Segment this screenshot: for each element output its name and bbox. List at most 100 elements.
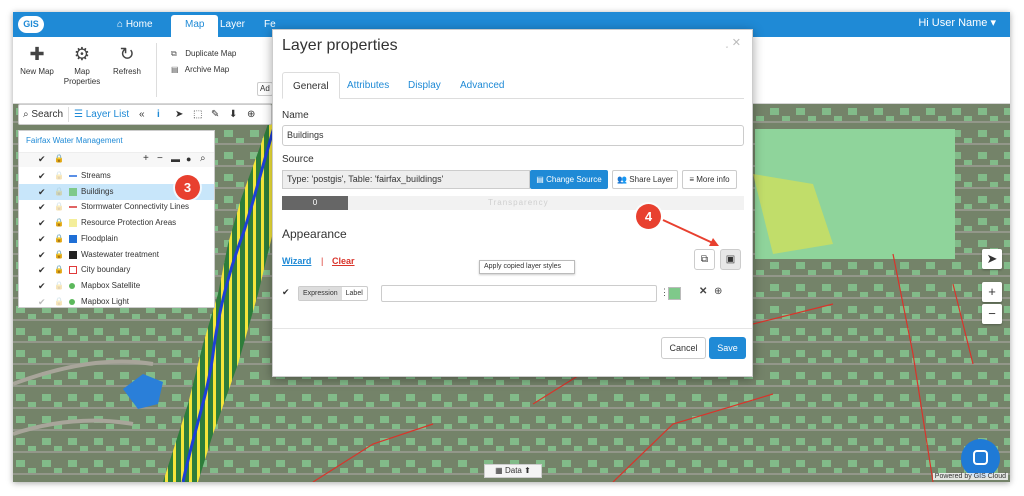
zoom-icon[interactable]: ⊕ bbox=[247, 105, 255, 124]
check-all-icon[interactable]: ✔ bbox=[38, 154, 46, 165]
nav-map[interactable]: Map bbox=[171, 15, 219, 37]
layer-row[interactable]: ✔ 🔒 City boundary bbox=[19, 262, 214, 278]
layer-label: Streams bbox=[81, 171, 111, 180]
expression-label-toggle[interactable]: Expression Label bbox=[298, 286, 368, 301]
change-source-button[interactable]: ▤ Change Source bbox=[530, 170, 608, 189]
add-rule-icon[interactable]: ⊕ bbox=[714, 286, 722, 297]
select-box-icon[interactable]: ⬚ bbox=[193, 105, 202, 124]
new-map-button[interactable]: ✚ New Map bbox=[13, 41, 61, 77]
nav-home-label: Home bbox=[125, 19, 153, 30]
data-panel-toggle[interactable]: ▦ Data ⬆ bbox=[484, 464, 542, 478]
lock-icon[interactable]: 🔒 bbox=[54, 215, 64, 231]
layer-row[interactable]: ✔ 🔒 Wastewater treatment bbox=[19, 247, 214, 263]
refresh-button[interactable]: ↻ Refresh bbox=[103, 41, 151, 77]
paste-style-button[interactable]: ▣ bbox=[720, 249, 741, 270]
visibility-check-icon[interactable]: ✔ bbox=[38, 247, 46, 263]
tab-advanced[interactable]: Advanced bbox=[450, 72, 514, 99]
copy-style-button[interactable]: ⧉ bbox=[694, 249, 715, 270]
layer-panel: Fairfax Water Management ✔ 🔒 + − ▬ ● ⌕ ✔… bbox=[18, 130, 215, 308]
cancel-button[interactable]: Cancel bbox=[661, 337, 706, 359]
tab-attributes[interactable]: Attributes bbox=[337, 72, 399, 99]
expression-tab[interactable]: Expression bbox=[299, 287, 342, 300]
visibility-check-icon[interactable]: ✔ bbox=[38, 168, 46, 184]
zoom-layer-icon[interactable]: ⌕ bbox=[200, 153, 206, 164]
collapse-icon[interactable]: « bbox=[139, 105, 145, 124]
visibility-check-icon[interactable]: ✔ bbox=[38, 199, 46, 215]
nav-home[interactable]: ⌂ Home bbox=[117, 12, 153, 37]
search-label: Search bbox=[31, 109, 64, 120]
tab-display[interactable]: Display bbox=[398, 72, 451, 99]
layer-symbol-icon bbox=[69, 234, 77, 243]
refresh-label: Refresh bbox=[112, 67, 141, 76]
layer-row[interactable]: ✔ 🔒 Mapbox Light bbox=[19, 294, 214, 310]
expression-input[interactable] bbox=[381, 285, 657, 302]
check-icon[interactable]: ✔ bbox=[282, 287, 290, 298]
visibility-check-icon[interactable]: ✔ bbox=[38, 184, 46, 200]
dialog-title: Layer properties bbox=[282, 37, 398, 54]
tooltip: Apply copied layer styles bbox=[479, 260, 575, 274]
visibility-check-icon[interactable]: ✔ bbox=[38, 294, 46, 310]
lock-icon[interactable]: 🔒 bbox=[54, 168, 64, 184]
share-layer-button[interactable]: 👥 Share Layer bbox=[612, 170, 678, 189]
edit-icon[interactable]: ✎ bbox=[211, 105, 219, 124]
nav-layer[interactable]: Layer bbox=[220, 12, 245, 37]
tab-general[interactable]: General bbox=[282, 72, 340, 99]
info-icon[interactable]: i bbox=[157, 105, 160, 124]
lock-icon[interactable]: 🔒 bbox=[54, 294, 64, 310]
layer-row[interactable]: ✔ 🔒 Resource Protection Areas bbox=[19, 215, 214, 231]
wizard-link[interactable]: Wizard bbox=[282, 256, 311, 266]
duplicate-map-button[interactable]: ⧉ Duplicate Map bbox=[171, 49, 236, 59]
more-info-label: More info bbox=[696, 175, 730, 184]
transparency-slider[interactable]: 0 Transparency bbox=[282, 196, 744, 210]
copy-icon: ⧉ bbox=[700, 254, 709, 265]
lock-icon[interactable]: 🔒 bbox=[54, 278, 64, 294]
style-color-swatch[interactable] bbox=[668, 287, 681, 300]
paste-icon: ▣ bbox=[725, 254, 736, 265]
visibility-check-icon[interactable]: ✔ bbox=[38, 215, 46, 231]
lock-icon[interactable]: 🔒 bbox=[54, 154, 64, 163]
download-icon[interactable]: ⬇ bbox=[229, 105, 237, 124]
clear-link[interactable]: Clear bbox=[332, 256, 355, 266]
layer-list-button[interactable]: ☰ Layer List bbox=[74, 105, 129, 124]
home-icon: ⌂ bbox=[117, 19, 124, 30]
callout-badge-3: 3 bbox=[175, 175, 200, 200]
lock-icon[interactable]: 🔒 bbox=[54, 247, 64, 263]
zoom-out-button[interactable]: − bbox=[982, 304, 1002, 324]
user-icon[interactable]: ● bbox=[186, 154, 191, 164]
visibility-check-icon[interactable]: ✔ bbox=[38, 262, 46, 278]
locate-icon[interactable]: ➤ bbox=[982, 249, 1002, 269]
layer-label: Wastewater treatment bbox=[81, 249, 159, 259]
pointer-icon[interactable]: ➤ bbox=[175, 105, 183, 124]
remove-layer-icon[interactable]: − bbox=[157, 153, 163, 164]
map-properties-button[interactable]: ⚙ Map Properties bbox=[58, 41, 106, 87]
search-button[interactable]: ⌕ Search bbox=[23, 105, 63, 124]
layer-row[interactable]: ✔ 🔒 Mapbox Satellite bbox=[19, 278, 214, 294]
user-menu[interactable]: Hi User Name ▾ bbox=[918, 12, 996, 34]
ribbon-partial-button[interactable]: Ad bbox=[257, 82, 273, 96]
ribbon-divider bbox=[156, 43, 157, 97]
close-icon[interactable]: ˯ ✕ bbox=[725, 36, 741, 49]
source-label: Source bbox=[282, 154, 314, 165]
archive-map-button[interactable]: ▤ Archive Map bbox=[171, 65, 229, 74]
layer-label: Mapbox Satellite bbox=[81, 280, 141, 290]
name-label: Name bbox=[282, 110, 309, 121]
lock-icon[interactable]: 🔒 bbox=[54, 184, 64, 200]
layer-row[interactable]: ✔ 🔒 Stormwater Connectivity Lines bbox=[19, 199, 214, 215]
label-tab[interactable]: Label bbox=[342, 287, 367, 300]
visibility-check-icon[interactable]: ✔ bbox=[38, 278, 46, 294]
visibility-check-icon[interactable]: ✔ bbox=[38, 231, 46, 247]
delete-icon[interactable]: ✕ bbox=[699, 286, 707, 297]
folder-icon[interactable]: ▬ bbox=[171, 154, 180, 164]
more-info-button[interactable]: ≡ More info bbox=[682, 170, 737, 189]
save-button[interactable]: Save bbox=[709, 337, 746, 359]
zoom-in-button[interactable]: + bbox=[982, 282, 1002, 302]
layer-symbol-icon bbox=[69, 250, 77, 259]
transparency-value[interactable]: 0 bbox=[282, 196, 348, 210]
add-layer-icon[interactable]: + bbox=[143, 153, 149, 164]
layer-label: Floodplain bbox=[81, 233, 118, 243]
layer-row[interactable]: ✔ 🔒 Floodplain bbox=[19, 231, 214, 247]
name-input[interactable]: Buildings bbox=[282, 125, 744, 146]
lock-icon[interactable]: 🔒 bbox=[54, 231, 64, 247]
lock-icon[interactable]: 🔒 bbox=[54, 262, 64, 278]
lock-icon[interactable]: 🔒 bbox=[54, 199, 64, 215]
